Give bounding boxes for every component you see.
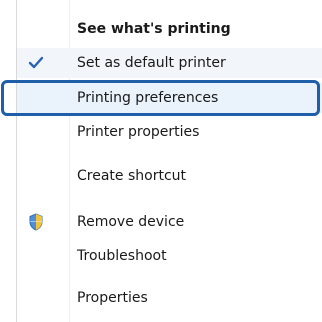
menu-item-remove-device[interactable]: Remove device	[17, 207, 322, 237]
checkmark-icon	[25, 53, 47, 73]
context-menu: See what's printing Set as default print…	[16, 0, 322, 322]
menu-item-troubleshoot[interactable]: Troubleshoot	[17, 241, 322, 271]
menu-item-create-shortcut[interactable]: Create shortcut	[17, 161, 322, 191]
menu-item-label: Troubleshoot	[77, 248, 167, 264]
menu-item-label: Properties	[77, 290, 148, 306]
screen: See what's printing Set as default print…	[0, 0, 322, 322]
menu-item-label: Printing preferences	[77, 90, 219, 106]
menu-item-label: Printer properties	[77, 124, 200, 140]
menu-item-properties[interactable]: Properties	[17, 283, 322, 313]
menu-item-printing-preferences[interactable]: Printing preferences	[17, 83, 322, 113]
shield-icon	[25, 212, 47, 232]
menu-item-label: Set as default printer	[77, 55, 226, 71]
menu-item-label: Remove device	[77, 214, 185, 230]
menu-item-printer-properties[interactable]: Printer properties	[17, 117, 322, 147]
menu-item-label: See what's printing	[77, 21, 231, 37]
menu-item-see-whats-printing[interactable]: See what's printing	[17, 14, 322, 44]
menu-item-label: Create shortcut	[77, 168, 187, 184]
menu-item-set-as-default-printer[interactable]: Set as default printer	[17, 48, 322, 78]
